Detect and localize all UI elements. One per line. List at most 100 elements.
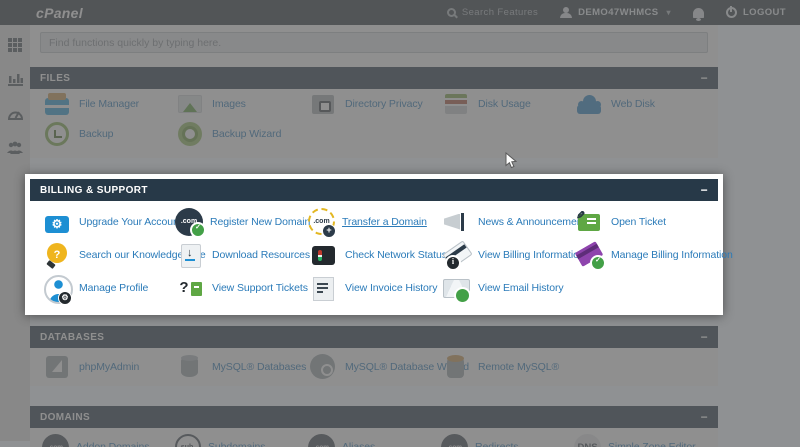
- i-domain-com: .com: [42, 434, 69, 447]
- i-mysql-wizard: [308, 353, 338, 381]
- item-web-disk[interactable]: Web Disk: [574, 90, 707, 118]
- item-label: View Email History: [478, 282, 564, 294]
- item-view-invoice-history[interactable]: View Invoice History: [308, 274, 441, 302]
- i-images: [175, 90, 205, 118]
- collapse-icon[interactable]: −: [701, 67, 708, 89]
- sidebar-item-metrics[interactable]: [7, 105, 23, 121]
- collapse-icon[interactable]: −: [701, 406, 708, 428]
- item-label: Manage Profile: [79, 282, 148, 294]
- quick-find-row: [30, 25, 718, 58]
- i-manage-profile: [42, 274, 72, 302]
- item-view-email-history[interactable]: View Email History: [441, 274, 574, 302]
- i-backup: [42, 120, 72, 148]
- item-label: Remote MySQL®: [478, 361, 559, 373]
- i-open-ticket: [574, 208, 604, 236]
- item-label: Subdomains: [208, 441, 265, 447]
- apps-grid-icon: [8, 38, 22, 52]
- item-upgrade-account[interactable]: Upgrade Your Account: [42, 208, 175, 236]
- logout-button[interactable]: LOGOUT: [726, 7, 786, 18]
- item-label: Transfer a Domain: [342, 216, 427, 228]
- chevron-down-icon: ▾: [667, 8, 671, 17]
- i-view-invoice-history: [308, 274, 338, 302]
- collapse-icon[interactable]: −: [701, 326, 708, 348]
- item-backup[interactable]: Backup: [42, 120, 175, 148]
- item-redirects[interactable]: .com Redirects: [441, 434, 574, 447]
- item-simple-zone-editor[interactable]: DNS Simple Zone Editor: [574, 434, 707, 447]
- item-label: phpMyAdmin: [79, 361, 139, 373]
- section-files-header[interactable]: FILES −: [30, 67, 718, 89]
- sidebar-item-users[interactable]: [7, 139, 23, 155]
- item-label: Upgrade Your Account: [79, 216, 182, 228]
- item-mysql-databases[interactable]: MySQL® Databases: [175, 353, 308, 381]
- search-icon: [447, 8, 456, 17]
- item-aliases[interactable]: .com Aliases: [308, 434, 441, 447]
- quick-find-input[interactable]: [40, 32, 708, 53]
- item-directory-privacy[interactable]: Directory Privacy: [308, 90, 441, 118]
- logout-label: LOGOUT: [743, 7, 786, 18]
- item-file-manager[interactable]: File Manager: [42, 90, 175, 118]
- item-search-knowledgebase[interactable]: ? Search our Knowledgebase: [42, 241, 175, 269]
- section-databases-header[interactable]: DATABASES −: [30, 326, 718, 348]
- i-file-manager: [42, 90, 72, 118]
- sidebar-item-statistics[interactable]: [7, 71, 23, 87]
- i-news-announcements: [441, 208, 471, 236]
- i-view-billing: [441, 241, 471, 269]
- item-label: Aliases: [342, 441, 375, 447]
- i-transfer-domain: .com: [308, 208, 335, 235]
- i-phpmyadmin: [42, 353, 72, 381]
- item-open-ticket[interactable]: Open Ticket: [574, 208, 707, 236]
- section-title: FILES: [40, 73, 70, 84]
- notifications-button[interactable]: [693, 8, 704, 18]
- item-mysql-database-wizard[interactable]: MySQL® Database Wizard: [308, 353, 441, 381]
- item-label: Directory Privacy: [345, 98, 423, 110]
- username: DEMO47WHMCS: [578, 7, 658, 18]
- metrics-gauge-icon: [8, 107, 23, 120]
- i-web-disk: [574, 90, 604, 118]
- collapse-icon[interactable]: −: [701, 179, 708, 201]
- billing-row-1: Upgrade Your Account .com Register New D…: [30, 205, 718, 238]
- databases-row-1: phpMyAdmin MySQL® Databases MySQL® Datab…: [30, 348, 718, 386]
- section-title: DATABASES: [40, 332, 104, 343]
- files-row-1: File Manager Images Directory Privacy Di…: [30, 89, 718, 119]
- item-remote-mysql[interactable]: Remote MySQL®: [441, 353, 574, 381]
- i-mysql-databases: [175, 353, 205, 381]
- item-label: Backup Wizard: [212, 128, 281, 140]
- item-label: Images: [212, 98, 246, 110]
- item-download-resources[interactable]: Download Resources: [175, 241, 308, 269]
- item-label: File Manager: [79, 98, 139, 110]
- item-backup-wizard[interactable]: Backup Wizard: [175, 120, 308, 148]
- item-images[interactable]: Images: [175, 90, 308, 118]
- item-manage-profile[interactable]: Manage Profile: [42, 274, 175, 302]
- item-check-network-status[interactable]: Check Network Status: [308, 241, 441, 269]
- item-manage-billing-information[interactable]: Manage Billing Information: [574, 241, 707, 269]
- section-domains-header[interactable]: DOMAINS −: [30, 406, 718, 428]
- section-files: FILES − File Manager Images Directory Pr…: [30, 67, 718, 149]
- files-row-2: Backup Backup Wizard: [30, 119, 718, 149]
- item-label: Open Ticket: [611, 216, 666, 228]
- section-billing-support: BILLING & SUPPORT − Upgrade Your Account…: [25, 174, 723, 315]
- item-transfer-a-domain[interactable]: .com Transfer a Domain: [308, 208, 441, 235]
- item-view-billing-information[interactable]: View Billing Information: [441, 241, 574, 269]
- i-register-domain: .com: [175, 208, 203, 236]
- item-label: Backup: [79, 128, 113, 140]
- item-addon-domains[interactable]: .com Addon Domains: [42, 434, 175, 447]
- statistics-icon: [8, 72, 23, 86]
- user-menu[interactable]: DEMO47WHMCS ▾: [560, 7, 671, 18]
- item-label: Check Network Status: [345, 249, 447, 261]
- sidebar-item-home[interactable]: [7, 37, 23, 53]
- topbar-search-label: Search Features: [462, 7, 538, 18]
- item-news-announcements[interactable]: News & Announcements: [441, 208, 574, 236]
- section-billing-header[interactable]: BILLING & SUPPORT −: [30, 179, 718, 201]
- top-panel: FILES − File Manager Images Directory Pr…: [30, 25, 718, 158]
- i-view-support-tickets: ?: [175, 274, 205, 302]
- topbar-search[interactable]: Search Features: [447, 7, 538, 18]
- i-manage-billing: [574, 241, 604, 269]
- top-bar: cPanel Search Features DEMO47WHMCS ▾ LOG…: [0, 0, 800, 25]
- i-disk-usage: [441, 90, 471, 118]
- item-register-new-domain[interactable]: .com Register New Domain: [175, 208, 308, 236]
- main-content: FILES − File Manager Images Directory Pr…: [30, 25, 718, 447]
- item-phpmyadmin[interactable]: phpMyAdmin: [42, 353, 175, 381]
- item-disk-usage[interactable]: Disk Usage: [441, 90, 574, 118]
- item-view-support-tickets[interactable]: ? View Support Tickets: [175, 274, 308, 302]
- section-title: BILLING & SUPPORT: [40, 185, 148, 196]
